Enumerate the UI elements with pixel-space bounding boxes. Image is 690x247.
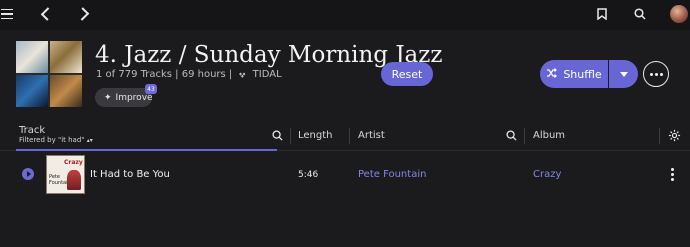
active-column-indicator (16, 149, 277, 151)
track-album-link[interactable]: Crazy (533, 169, 561, 180)
row-more-icon[interactable] (671, 168, 674, 181)
column-divider[interactable] (659, 128, 660, 144)
play-icon[interactable] (22, 168, 34, 180)
track-filter-label: Filtered by "it had" ▴▾ (19, 136, 93, 144)
shuffle-options-dropdown[interactable] (609, 60, 638, 88)
avatar[interactable] (670, 5, 688, 23)
track-album-art: Crazy Pete Fountain (46, 155, 85, 194)
playlist-meta: 1 of 779 Tracks | 69 hours | TIDAL (96, 69, 282, 80)
bookmark-icon[interactable] (596, 7, 608, 21)
column-divider[interactable] (290, 128, 291, 144)
tidal-icon (238, 71, 247, 78)
improve-button[interactable]: ✦ Improve (95, 88, 153, 107)
shuffle-icon (546, 67, 558, 81)
track-search-icon[interactable] (271, 129, 283, 141)
column-header-track[interactable]: Track (19, 125, 45, 136)
filter-text: Filtered by "it had" (19, 136, 85, 144)
gear-icon[interactable] (667, 128, 681, 142)
album-art-tile (50, 75, 82, 107)
track-title[interactable]: It Had to Be You (90, 169, 170, 180)
column-header-album[interactable]: Album (533, 130, 565, 141)
more-icon (649, 72, 653, 76)
album-art-tile (50, 41, 82, 73)
sparkle-icon: ✦ (104, 92, 112, 103)
track-count-text: 1 of 779 Tracks | 69 hours | (96, 69, 233, 80)
column-header-length[interactable]: Length (298, 130, 333, 141)
track-length: 5:46 (298, 170, 319, 180)
album-art-tile (16, 41, 48, 73)
album-art-figure (67, 170, 81, 190)
back-icon[interactable] (40, 7, 55, 21)
album-art-title: Crazy (64, 159, 83, 166)
quality-indicator-icon: ⁘ (159, 169, 164, 175)
column-divider[interactable] (524, 128, 525, 144)
track-artist-link[interactable]: Pete Fountain (358, 169, 426, 180)
top-bar (0, 0, 690, 30)
album-art-tile (16, 75, 48, 107)
improve-count-badge: 43 (145, 84, 157, 94)
source-label: TIDAL (252, 69, 282, 80)
chevron-down-icon (619, 71, 628, 77)
album-art-artist: Pete Fountain (49, 174, 71, 186)
improve-label: Improve (115, 92, 153, 103)
forward-icon[interactable] (75, 7, 90, 21)
column-divider[interactable] (349, 128, 350, 144)
column-header-artist[interactable]: Artist (358, 130, 385, 141)
playlist-artwork-mosaic (16, 41, 82, 107)
sort-icon[interactable]: ▴▾ (87, 137, 93, 144)
shuffle-label: Shuffle (563, 67, 602, 81)
more-options-button[interactable] (643, 61, 669, 87)
reset-button[interactable]: Reset (381, 62, 433, 86)
artist-search-icon[interactable] (505, 129, 517, 141)
menu-icon[interactable] (0, 7, 14, 21)
shuffle-button[interactable]: Shuffle (540, 60, 608, 88)
search-icon[interactable] (633, 7, 647, 21)
